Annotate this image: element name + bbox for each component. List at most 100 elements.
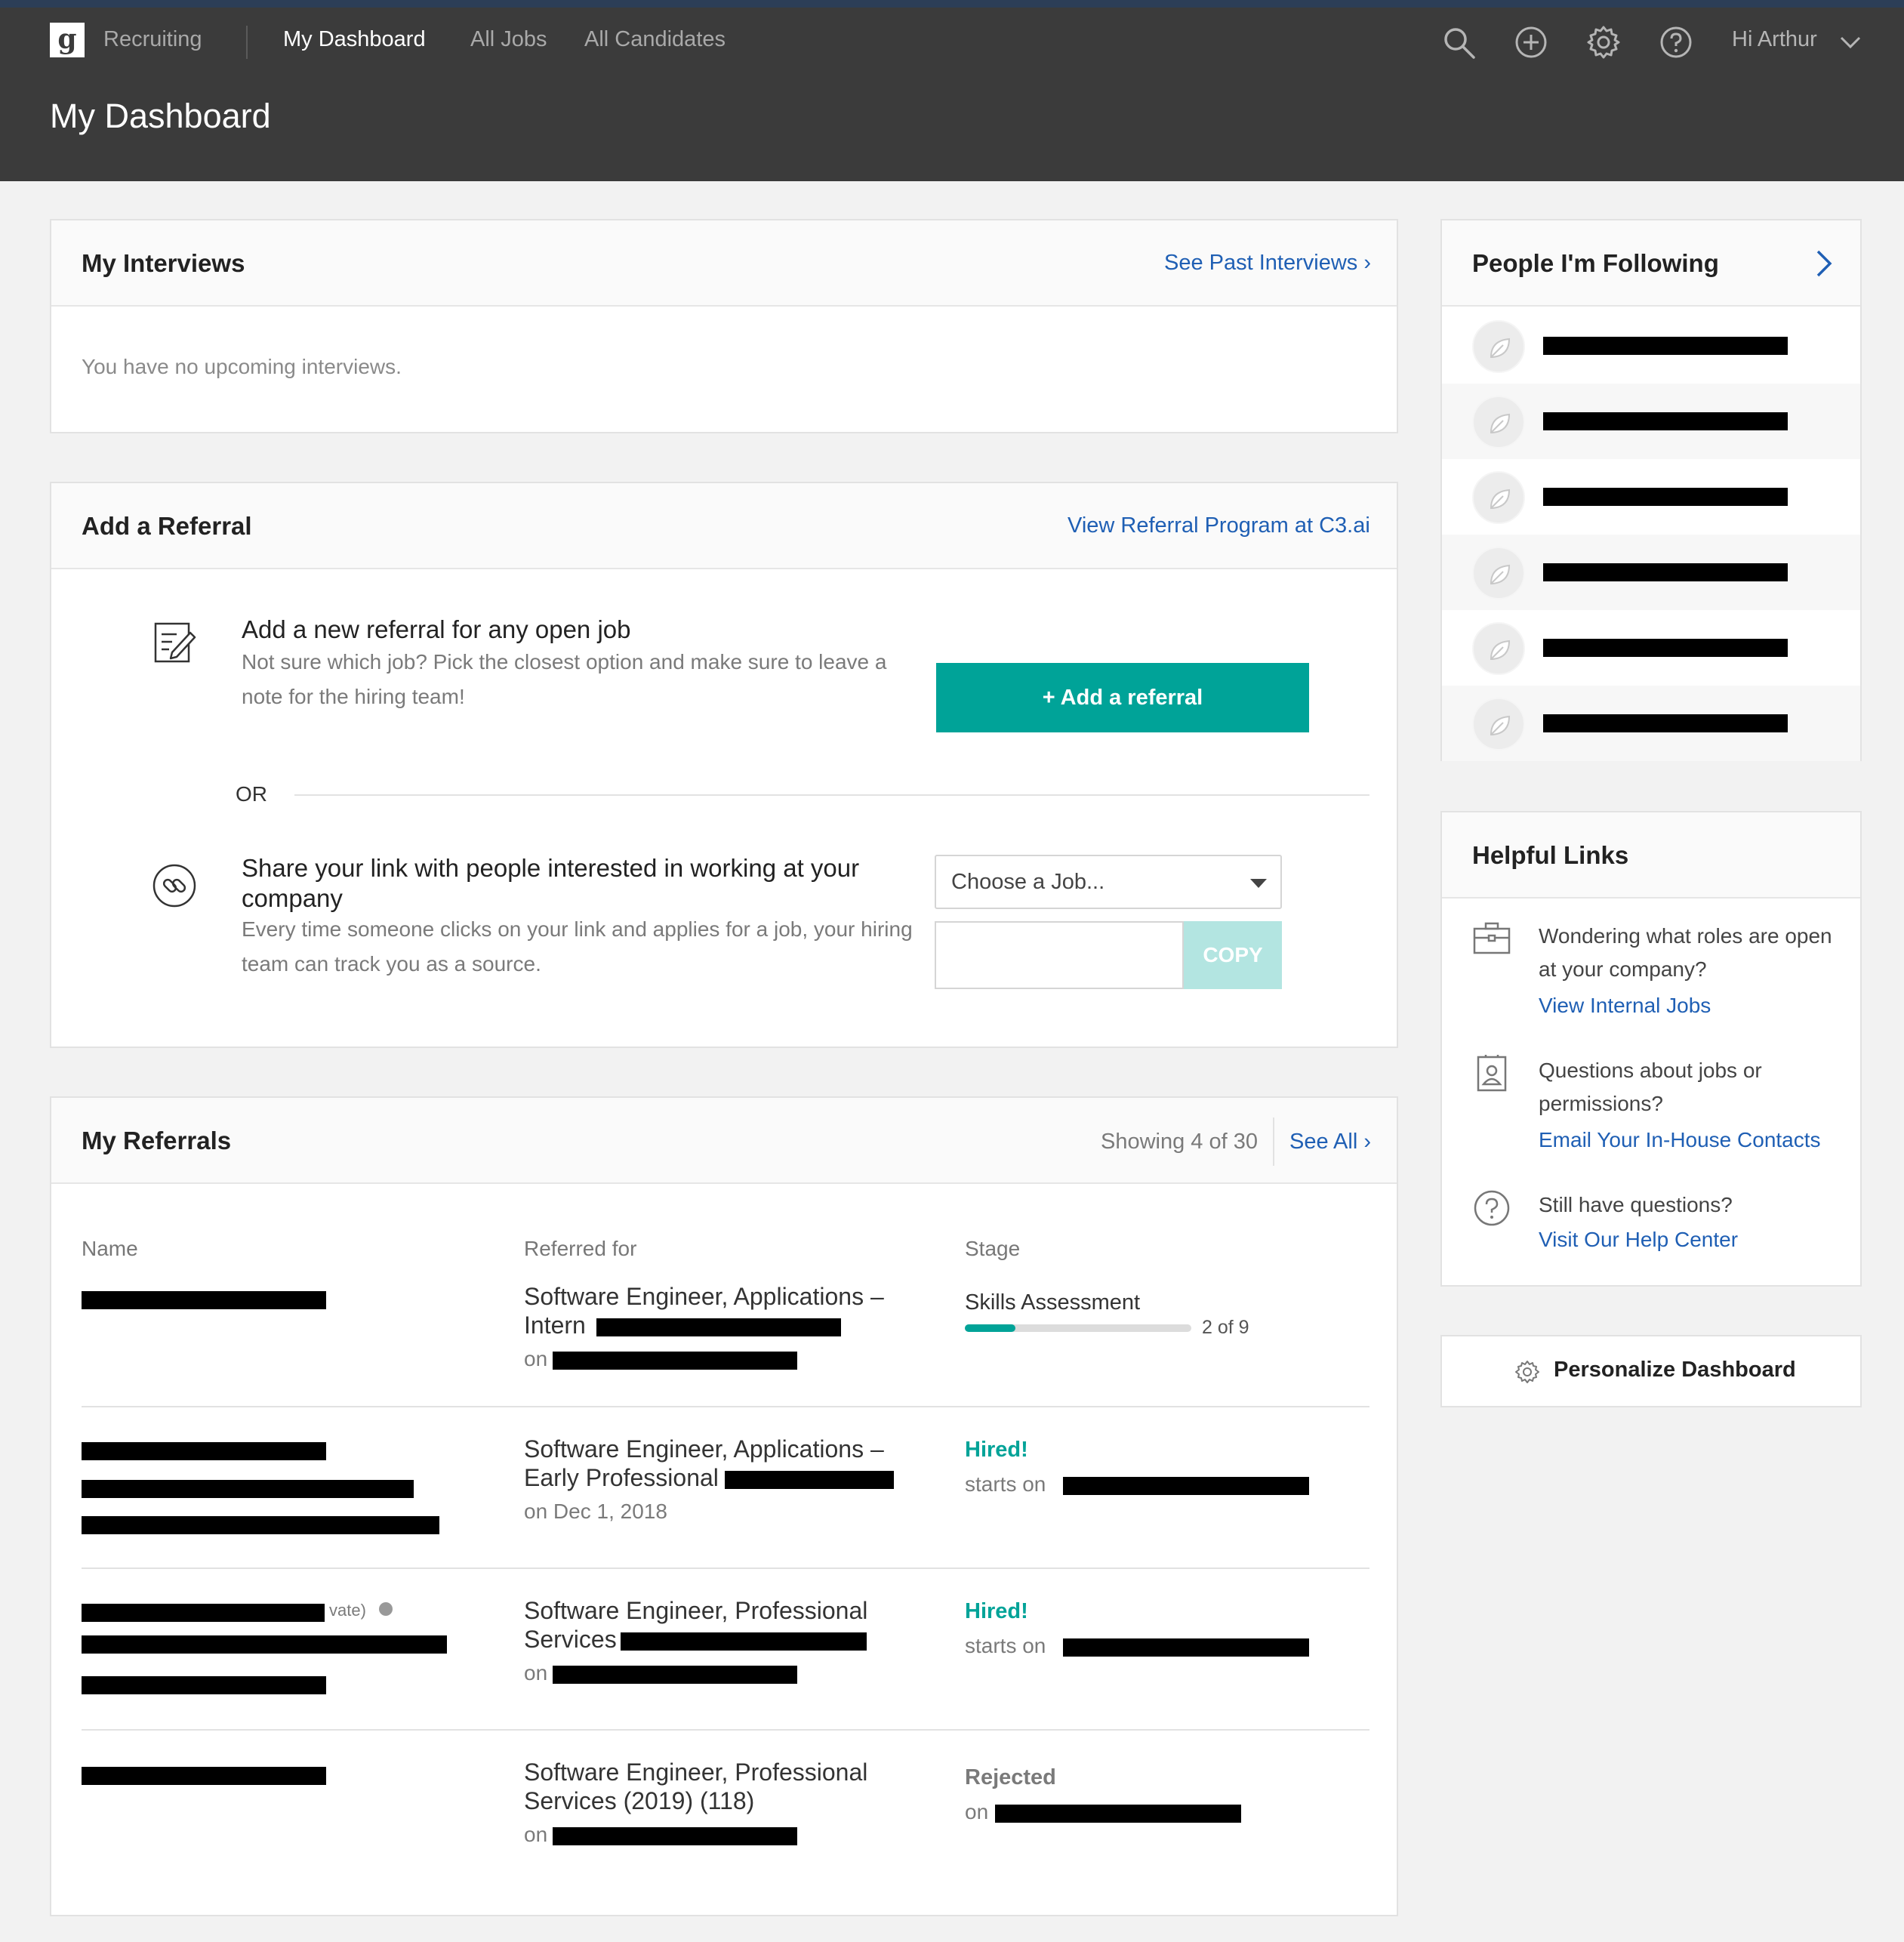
help-text-roles: Wondering what roles are open at your co… xyxy=(1539,924,1832,981)
card-header: Add a Referral View Referral Program at … xyxy=(51,483,1397,569)
redacted-name xyxy=(82,1604,325,1622)
card-header: Helpful Links xyxy=(1442,812,1860,899)
copy-button[interactable]: COPY xyxy=(1184,921,1282,989)
visit-help-center-link[interactable]: Visit Our Help Center xyxy=(1539,1228,1738,1252)
referred-job-title[interactable]: Software Engineer, Professional Services … xyxy=(524,1758,947,1815)
redacted-start-date xyxy=(1063,1477,1309,1495)
select-value: Choose a Job... xyxy=(951,870,1105,894)
redacted-job-detail xyxy=(596,1318,841,1336)
avatar xyxy=(1472,396,1525,449)
top-header: g Recruiting My Dashboard All Jobs All C… xyxy=(0,8,1904,181)
card-title: Add a Referral xyxy=(82,512,252,540)
personalize-label: Personalize Dashboard xyxy=(1554,1358,1796,1382)
redacted-rejected-date xyxy=(995,1805,1241,1823)
row-divider xyxy=(82,1406,1369,1407)
leaf-icon xyxy=(1490,564,1511,584)
following-item[interactable] xyxy=(1442,686,1860,761)
card-title: My Referrals xyxy=(82,1127,232,1154)
choose-job-select[interactable]: Choose a Job... xyxy=(935,855,1282,909)
redacted-date xyxy=(553,1827,797,1845)
add-circle-icon[interactable] xyxy=(1513,24,1549,60)
stage-status-hired: Hired! xyxy=(965,1599,1028,1623)
share-link-description: Every time someone clicks on your link a… xyxy=(242,917,913,976)
caret-down-icon xyxy=(1250,879,1267,888)
redacted-company xyxy=(82,1516,439,1534)
email-in-house-contacts-link[interactable]: Email Your In-House Contacts xyxy=(1539,1128,1821,1152)
redacted-name xyxy=(82,1442,326,1460)
add-referral-button[interactable]: + Add a referral xyxy=(936,663,1309,732)
or-separator-text: OR xyxy=(236,782,267,806)
redacted-company xyxy=(82,1676,326,1694)
avatar xyxy=(1472,622,1525,675)
help-icon[interactable] xyxy=(1658,24,1694,60)
link-icon xyxy=(153,864,196,908)
card-title: Helpful Links xyxy=(1472,841,1629,869)
following-item[interactable] xyxy=(1442,535,1860,610)
stage-status-rejected: Rejected xyxy=(965,1765,1056,1789)
helpful-links-card: Helpful Links Wondering what roles are o… xyxy=(1440,811,1862,1287)
view-internal-jobs-link[interactable]: View Internal Jobs xyxy=(1539,994,1711,1018)
leaf-icon xyxy=(1490,338,1511,358)
nav-divider xyxy=(246,26,248,59)
avatar xyxy=(1472,320,1525,373)
stage-name: Skills Assessment xyxy=(965,1290,1141,1315)
stage-progress-text: 2 of 9 xyxy=(1202,1317,1249,1338)
nav-all-candidates[interactable]: All Candidates xyxy=(584,27,726,52)
new-referral-heading: Add a new referral for any open job xyxy=(242,615,631,643)
card-header: People I'm Following xyxy=(1442,220,1860,307)
verified-check-icon xyxy=(379,1602,393,1616)
rejected-date-label: on xyxy=(965,1800,989,1823)
header-divider xyxy=(1273,1117,1274,1166)
help-text-questions: Still have questions? xyxy=(1539,1193,1733,1216)
edit-note-icon xyxy=(154,622,196,663)
start-date-label: starts on xyxy=(965,1472,1046,1496)
chevron-down-icon[interactable] xyxy=(1839,35,1862,50)
gear-icon[interactable] xyxy=(1585,24,1622,60)
gear-icon xyxy=(1515,1361,1539,1383)
no-interviews-text: You have no upcoming interviews. xyxy=(82,355,402,378)
following-item[interactable] xyxy=(1442,308,1860,384)
chevron-right-icon[interactable] xyxy=(1815,249,1833,278)
leaf-icon xyxy=(1490,640,1511,660)
redacted-person-name xyxy=(1543,639,1788,657)
question-circle-icon xyxy=(1474,1190,1510,1226)
redacted-person-name xyxy=(1543,714,1788,732)
leaf-icon xyxy=(1490,715,1511,735)
see-all-referrals-link[interactable]: See All › xyxy=(1289,1130,1371,1154)
referral-link-field[interactable] xyxy=(935,921,1184,989)
stage-progress-bar xyxy=(965,1324,1191,1332)
or-divider xyxy=(294,794,1369,796)
card-title: My Interviews xyxy=(82,249,245,277)
nav-recruiting[interactable]: Recruiting xyxy=(103,27,202,52)
user-menu-greeting[interactable]: Hi Arthur xyxy=(1732,27,1817,52)
following-item[interactable] xyxy=(1442,459,1860,535)
briefcase-icon xyxy=(1473,922,1511,954)
my-interviews-card: My Interviews See Past Interviews › You … xyxy=(50,219,1398,433)
start-date-label: starts on xyxy=(965,1634,1046,1657)
row-divider xyxy=(82,1567,1369,1569)
personalize-dashboard-button[interactable]: Personalize Dashboard xyxy=(1440,1335,1862,1407)
following-item[interactable] xyxy=(1442,384,1860,459)
column-header-stage: Stage xyxy=(965,1237,1021,1260)
redacted-job-detail xyxy=(725,1471,894,1489)
nav-my-dashboard[interactable]: My Dashboard xyxy=(283,27,426,52)
redacted-title xyxy=(82,1480,414,1498)
see-past-interviews-link[interactable]: See Past Interviews › xyxy=(1164,251,1371,276)
search-icon[interactable] xyxy=(1440,24,1477,60)
referral-date: on xyxy=(524,1661,548,1685)
nav-all-jobs[interactable]: All Jobs xyxy=(470,27,547,52)
redacted-start-date xyxy=(1063,1638,1309,1657)
column-header-referred-for: Referred for xyxy=(524,1237,637,1260)
view-referral-program-link[interactable]: View Referral Program at C3.ai xyxy=(1068,513,1370,538)
avatar xyxy=(1472,547,1525,600)
redacted-title xyxy=(82,1635,447,1654)
redacted-person-name xyxy=(1543,337,1788,355)
avatar xyxy=(1472,698,1525,751)
people-following-card: People I'm Following xyxy=(1440,219,1862,761)
redacted-name xyxy=(82,1767,326,1785)
following-item[interactable] xyxy=(1442,610,1860,686)
page-title: My Dashboard xyxy=(50,97,271,135)
redacted-date xyxy=(553,1666,797,1684)
help-text-permissions: Questions about jobs or permissions? xyxy=(1539,1059,1762,1115)
greenhouse-logo[interactable]: g xyxy=(50,23,85,57)
